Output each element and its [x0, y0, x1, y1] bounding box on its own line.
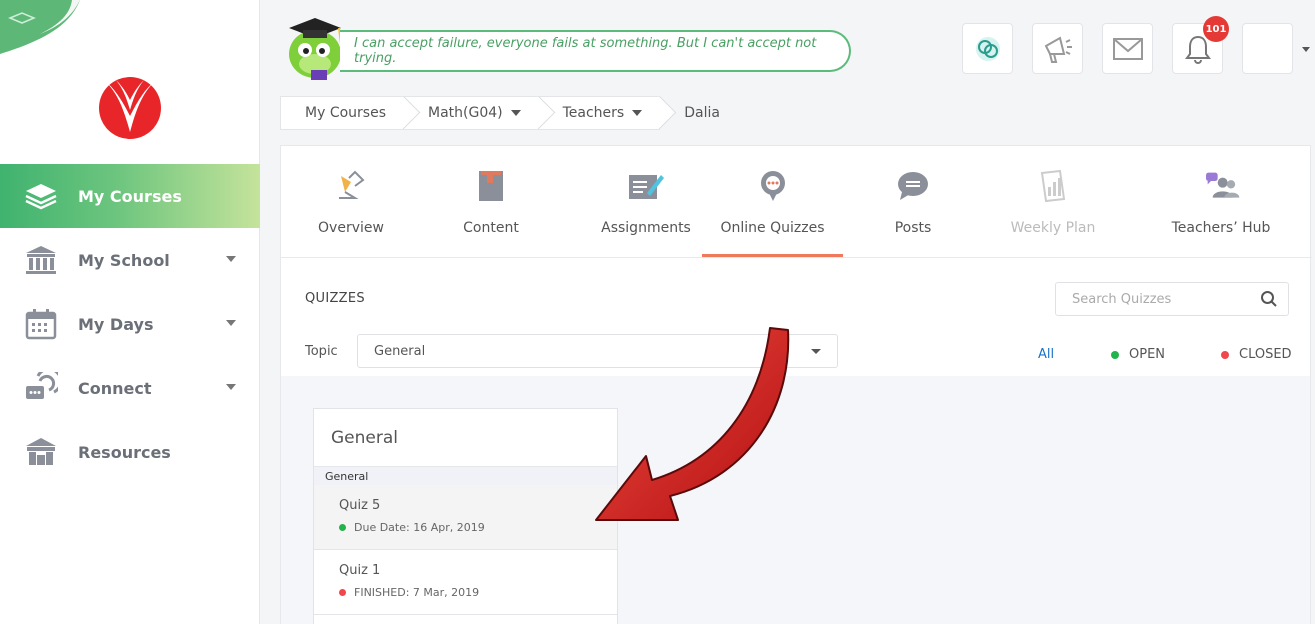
chat-bubbles-icon: [24, 371, 58, 405]
notification-count-badge: 101: [1203, 16, 1229, 42]
quiz-group-label: General: [314, 467, 617, 485]
tab-label: Overview: [318, 220, 384, 236]
breadcrumb-label: Dalia: [684, 105, 720, 121]
breadcrumb: My Courses Math(G04) Teachers Dalia: [280, 96, 738, 130]
active-tab-indicator: [702, 254, 843, 257]
quiz-name: Quiz 1: [339, 563, 381, 578]
sidebar-item-label: Resources: [78, 442, 171, 462]
tab-overview[interactable]: Overview: [301, 146, 401, 258]
sidebar-item-label: My Courses: [78, 186, 182, 206]
tab-label: Assignments: [601, 220, 691, 236]
calendar-icon: [24, 307, 58, 341]
breadcrumb-course[interactable]: Math(G04): [404, 96, 539, 130]
filter-label: All: [1038, 347, 1055, 362]
tab-content[interactable]: Content: [441, 146, 541, 258]
envelope-icon: [1112, 37, 1143, 60]
sidebar-item-my-school[interactable]: My School: [0, 228, 260, 292]
motivation-quote: I can accept failure, everyone fails at …: [340, 30, 851, 72]
sidebar-item-label: My School: [78, 250, 170, 270]
chevron-down-icon[interactable]: [226, 256, 236, 262]
tab-posts[interactable]: Posts: [863, 146, 963, 258]
closed-status-dot: [1221, 350, 1229, 359]
announcements-button[interactable]: [1032, 23, 1083, 74]
course-panel: Overview Content Assignments Online Quiz…: [280, 145, 1312, 624]
sidebar-nav: My Courses My School My Days Connect Res…: [0, 164, 260, 484]
chart-paper-icon: [1033, 166, 1073, 206]
sidebar-item-label: Connect: [78, 378, 152, 398]
tab-online-quizzes[interactable]: Online Quizzes: [702, 146, 843, 258]
tab-label: Posts: [894, 220, 932, 236]
quiz-topic-card: General General Quiz 5 Due Date: 16 Apr,…: [313, 408, 618, 624]
tab-label: Weekly Plan: [1010, 220, 1096, 236]
card-title: General: [314, 409, 617, 467]
breadcrumb-label: My Courses: [305, 105, 386, 121]
tab-label: Online Quizzes: [720, 220, 825, 236]
open-status-dot: [1111, 350, 1119, 359]
quiz-list-item[interactable]: Quiz 1 FINISHED: 7 Mar, 2019: [314, 550, 617, 615]
filter-closed[interactable]: CLOSED: [1221, 347, 1292, 362]
chevron-down-icon[interactable]: [226, 384, 236, 390]
quiz-list-item[interactable]: Quiz 5 Due Date: 16 Apr, 2019: [314, 485, 617, 550]
chevron-down-icon: [510, 110, 521, 116]
tab-label: Teachers’ Hub: [1171, 220, 1271, 236]
topic-label: Topic: [305, 344, 338, 359]
quiz-status: FINISHED: 7 Mar, 2019: [339, 586, 617, 599]
quiz-status-text: Due Date: 16 Apr, 2019: [354, 521, 485, 534]
sidebar-item-resources[interactable]: Resources: [0, 420, 260, 484]
book-icon: [471, 166, 511, 206]
closed-status-dot: [339, 589, 346, 596]
breadcrumb-label: Teachers: [562, 105, 625, 121]
library-icon: [24, 435, 58, 469]
tab-teachers-hub[interactable]: Teachers’ Hub: [1161, 146, 1281, 258]
people-chat-icon: [1201, 166, 1241, 206]
filter-all[interactable]: All: [1038, 347, 1054, 362]
topic-select[interactable]: General: [357, 334, 838, 368]
user-avatar-button[interactable]: [1242, 23, 1293, 74]
messages-button[interactable]: [1102, 23, 1153, 74]
school-logo-icon: [99, 77, 161, 139]
sidebar-item-my-courses[interactable]: My Courses: [0, 164, 260, 228]
search-icon[interactable]: [1260, 290, 1278, 308]
sidebar-item-label: My Days: [78, 314, 154, 334]
quiz-status-text: FINISHED: 7 Mar, 2019: [354, 586, 480, 599]
support-chat-icon: [975, 36, 1000, 61]
quiz-bubble-icon: [753, 166, 793, 206]
assignment-pen-icon: [626, 166, 666, 206]
tab-assignments[interactable]: Assignments: [581, 146, 711, 258]
speech-bubble-icon: [893, 166, 933, 206]
topic-value: General: [374, 343, 426, 359]
layers-icon: [24, 179, 58, 213]
dragon-mascot-icon: [289, 18, 342, 80]
chevron-down-icon: [632, 110, 643, 116]
filter-label: OPEN: [1129, 347, 1166, 362]
search-quizzes-input[interactable]: Search Quizzes: [1055, 282, 1289, 316]
open-status-dot: [339, 524, 346, 531]
quizzes-section-title: QUIZZES: [305, 291, 365, 306]
filter-open[interactable]: OPEN: [1111, 347, 1165, 362]
sidebar-item-my-days[interactable]: My Days: [0, 292, 260, 356]
support-button[interactable]: [962, 23, 1013, 74]
chevron-down-icon[interactable]: [1302, 47, 1310, 52]
tab-weekly-plan: Weekly Plan: [1003, 146, 1103, 258]
quiz-status: Due Date: 16 Apr, 2019: [339, 521, 617, 534]
breadcrumb-teachers[interactable]: Teachers: [538, 96, 661, 130]
filter-label: CLOSED: [1239, 347, 1292, 362]
chevron-down-icon[interactable]: [226, 320, 236, 326]
megaphone-icon: [1044, 35, 1072, 63]
quiz-name: Quiz 5: [339, 498, 381, 513]
school-building-icon: [24, 243, 58, 277]
sidebar-item-connect[interactable]: Connect: [0, 356, 260, 420]
course-tabs: Overview Content Assignments Online Quiz…: [281, 146, 1312, 258]
search-placeholder: Search Quizzes: [1072, 291, 1172, 307]
sidebar: My Courses My School My Days Connect Res…: [0, 0, 260, 624]
breadcrumb-my-courses[interactable]: My Courses: [280, 96, 404, 130]
breadcrumb-label: Math(G04): [428, 105, 503, 121]
tab-label: Content: [463, 220, 519, 236]
course-corner-icon: [0, 0, 80, 54]
lamp-icon: [331, 166, 371, 206]
chevron-down-icon: [811, 349, 821, 354]
